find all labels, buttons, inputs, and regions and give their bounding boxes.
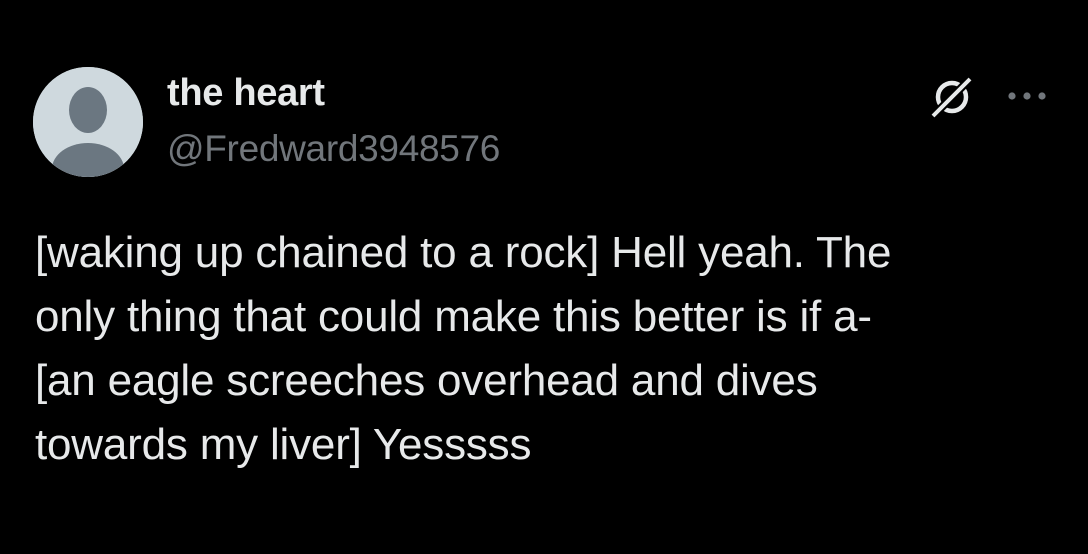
default-profile-avatar-icon: [33, 67, 143, 177]
more-horizontal-icon: [1008, 92, 1046, 100]
avatar[interactable]: [33, 67, 143, 177]
tweet-card[interactable]: the heart @Fredward3948576 [waking up ch…: [0, 0, 1088, 554]
user-display-name[interactable]: the heart: [167, 72, 325, 115]
post-text: [waking up chained to a rock] Hell yeah.…: [35, 228, 892, 469]
grok-icon: [930, 76, 973, 119]
grok-button[interactable]: [925, 70, 979, 124]
more-options-button[interactable]: [1000, 78, 1054, 114]
user-handle[interactable]: @Fredward3948576: [167, 128, 500, 170]
